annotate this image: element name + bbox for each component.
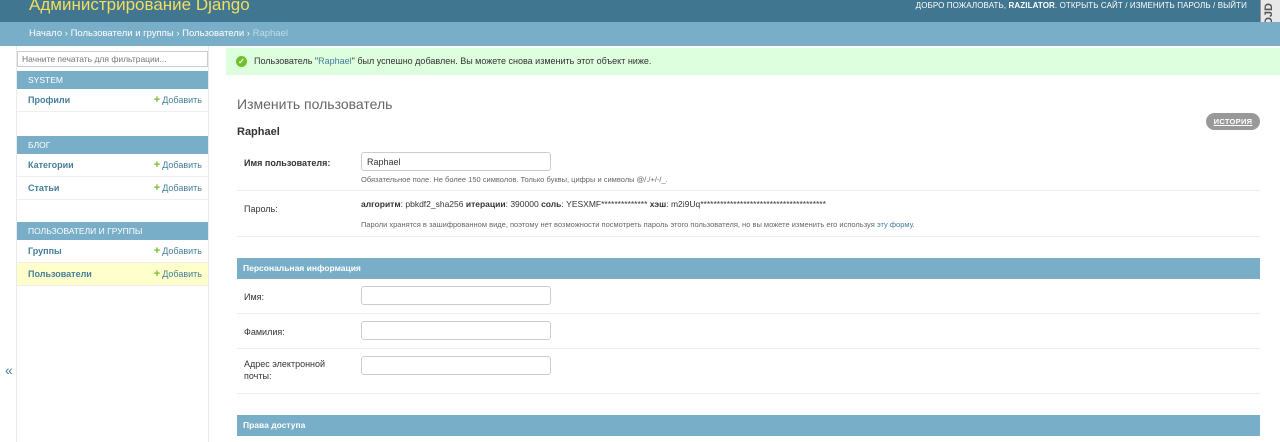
first-name-row: Имя: [237, 279, 1260, 314]
password-help: Пароли хранятся в зашифрованном виде, по… [361, 220, 915, 229]
module-caption[interactable]: БЛОГ [17, 136, 208, 154]
add-label: Добавить [162, 269, 202, 279]
module-system: SYSTEM Профили + Добавить [17, 71, 208, 112]
sidebar-item-groups: Группы + Добавить [17, 240, 208, 263]
sidebar-item-categories: Категории + Добавить [17, 154, 208, 177]
iterations-value: 390000 [510, 199, 539, 209]
salt-value: YESXMF************** [566, 199, 648, 209]
chevron-double-left-icon: « [5, 362, 13, 378]
add-label: Добавить [162, 95, 202, 105]
sidebar-item-label[interactable]: Статьи [28, 177, 59, 200]
email-input[interactable] [361, 356, 551, 375]
salt-label: соль [541, 199, 562, 209]
site-title[interactable]: Администрирование Django [29, 0, 250, 16]
success-message: ✓ Пользователь "Raphael" был успешно доб… [226, 48, 1280, 75]
plus-icon: + [153, 159, 161, 171]
header: Администрирование Django ДОБРО ПОЖАЛОВАТ… [0, 0, 1280, 36]
module-caption[interactable]: ПОЛЬЗОВАТЕЛИ И ГРУППЫ [17, 222, 208, 240]
plus-icon: + [153, 182, 161, 194]
sidebar-item-label[interactable]: Категории [28, 154, 74, 177]
breadcrumb-separator: › [176, 28, 180, 39]
breadcrumb-current: Raphael [252, 28, 288, 39]
breadcrumb-home[interactable]: Начало [29, 28, 62, 39]
view-site-link[interactable]: ОТКРЫТЬ САЙТ [1060, 1, 1123, 10]
password-help-text: Пароли хранятся в зашифрованном виде, по… [361, 220, 877, 229]
add-label: Добавить [162, 160, 202, 170]
success-check-icon: ✓ [236, 56, 247, 67]
sidebar-item-users: Пользователи + Добавить [17, 263, 208, 286]
add-link[interactable]: + Добавить [154, 89, 202, 112]
add-link[interactable]: + Добавить [154, 240, 202, 263]
plus-icon: + [153, 268, 161, 280]
breadcrumb-model[interactable]: Пользователи [182, 28, 244, 39]
user-tools: ДОБРО ПОЖАЛОВАТЬ, RAZILATOR. ОТКРЫТЬ САЙ… [915, 1, 1247, 10]
fieldset-permissions: Права доступа [237, 415, 1260, 436]
algorithm-label: алгоритм [361, 199, 401, 209]
last-name-input[interactable] [361, 321, 551, 340]
breadcrumb-separator: › [64, 28, 68, 39]
sidebar-item-profiles: Профили + Добавить [17, 89, 208, 112]
sidebar-item-label[interactable]: Пользователи [28, 263, 92, 286]
sidebar-collapse-toggle[interactable]: « [0, 46, 17, 442]
last-name-row: Фамилия: [237, 314, 1260, 349]
add-link[interactable]: + Добавить [154, 263, 202, 286]
page-title: Изменить пользователь [237, 96, 393, 112]
sidebar-item-articles: Статьи + Добавить [17, 177, 208, 200]
breadcrumb-app[interactable]: Пользователи и группы [71, 28, 174, 39]
add-link[interactable]: + Добавить [154, 154, 202, 177]
password-hash-summary: алгоритм: pbkdf2_sha256 итерации: 390000… [361, 199, 826, 209]
module-blog: БЛОГ Категории + Добавить Статьи + Добавит… [17, 136, 208, 200]
history-button[interactable]: ИСТОРИЯ [1206, 113, 1260, 130]
breadcrumb-separator: › [246, 28, 250, 39]
object-name: Raphael [237, 126, 280, 138]
welcome-text: ДОБРО ПОЖАЛОВАТЬ, [915, 1, 1007, 10]
password-label: Пароль: [244, 204, 278, 214]
last-name-label: Фамилия: [244, 327, 285, 337]
message-suffix: " был успешно добавлен. Вы можете снова … [351, 56, 652, 66]
password-change-form-link[interactable]: эту форму [877, 220, 913, 229]
algorithm-value: pbkdf2_sha256 [405, 199, 464, 209]
username-input[interactable] [361, 152, 551, 171]
first-name-label: Имя: [244, 292, 265, 302]
username-help: Обязательное поле. Не более 150 символов… [361, 175, 668, 184]
plus-icon: + [153, 245, 161, 257]
email-row: Адрес электронной почты: [237, 349, 1260, 394]
password-help-suffix: . [912, 220, 915, 229]
sidebar-item-label[interactable]: Профили [28, 89, 70, 112]
module-caption[interactable]: SYSTEM [17, 71, 208, 89]
add-label: Добавить [162, 183, 202, 193]
nav-filter-input[interactable] [17, 51, 208, 67]
change-password-link[interactable]: ИЗМЕНИТЬ ПАРОЛЬ [1130, 1, 1211, 10]
hash-label: хэш [649, 199, 667, 209]
module-auth: ПОЛЬЗОВАТЕЛИ И ГРУППЫ Группы + Добавить П… [17, 222, 208, 286]
hash-value: m2i9Uq**********************************… [670, 199, 826, 209]
password-row: Пароль: алгоритм: pbkdf2_sha256 итерации… [237, 191, 1260, 237]
message-object-link[interactable]: Raphael [318, 56, 352, 66]
sidebar-item-label[interactable]: Группы [28, 240, 62, 263]
sidebar: SYSTEM Профили +Добавить БЛОГ Категории … [17, 46, 209, 442]
breadcrumb: Начало › Пользователи и группы › Пользов… [0, 22, 1280, 46]
add-link[interactable]: + Добавить [154, 177, 202, 200]
username: RAZILATOR [1008, 1, 1055, 10]
fieldset-personal-info: Персональная информация [237, 258, 1260, 279]
username-label: Имя пользователя: [244, 158, 331, 168]
username-row: Имя пользователя: Обязательное поле. Не … [237, 145, 1260, 191]
first-name-input[interactable] [361, 286, 551, 305]
plus-icon: + [153, 94, 161, 106]
email-label: Адрес электронной почты: [244, 359, 326, 381]
add-label: Добавить [162, 246, 202, 256]
iterations-label: итерации [465, 199, 506, 209]
message-prefix: Пользователь " [254, 56, 319, 66]
logout-link[interactable]: ВЫЙТИ [1218, 1, 1247, 10]
